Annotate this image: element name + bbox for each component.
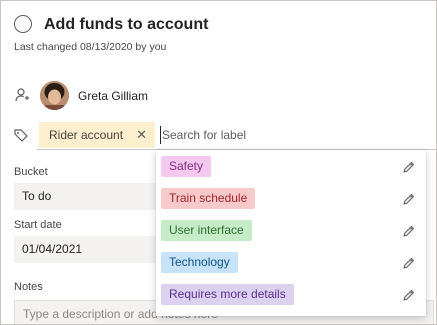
applied-label-chip[interactable]: Rider account ✕ <box>39 122 155 148</box>
label-option-chip: Technology <box>161 252 238 273</box>
start-date-label: Start date <box>14 219 62 231</box>
label-tag-icon <box>14 129 28 142</box>
bucket-label: Bucket <box>14 166 48 178</box>
task-title[interactable]: Add funds to account <box>44 16 208 34</box>
label-option-chip: User interface <box>161 220 252 241</box>
task-details-panel: Add funds to account Last changed 08/13/… <box>0 0 437 325</box>
assignee-name: Greta Gilliam <box>78 89 149 103</box>
edit-pencil-icon[interactable] <box>402 160 416 174</box>
label-option-user-interface[interactable]: User interface <box>156 217 426 247</box>
label-option-chip: Train schedule <box>161 188 256 209</box>
label-option-requires-more-details[interactable]: Requires more details <box>156 281 426 311</box>
label-option-train-schedule[interactable]: Train schedule <box>156 185 426 215</box>
label-dropdown: Safety Train schedule User interface Tec… <box>156 150 426 316</box>
avatar[interactable] <box>40 81 69 110</box>
label-option-chip: Safety <box>161 156 212 177</box>
edit-pencil-icon[interactable] <box>402 224 416 238</box>
complete-task-checkbox[interactable] <box>14 15 32 33</box>
label-search-input[interactable] <box>160 126 432 144</box>
remove-label-icon[interactable]: ✕ <box>136 127 147 143</box>
start-date-field[interactable]: 01/04/2021 <box>14 236 159 263</box>
bucket-select[interactable]: To do <box>14 183 159 210</box>
assign-person-icon[interactable] <box>14 87 30 103</box>
edit-pencil-icon[interactable] <box>402 256 416 270</box>
label-option-safety[interactable]: Safety <box>156 153 426 183</box>
label-option-technology[interactable]: Technology <box>156 249 426 279</box>
notes-label: Notes <box>14 281 43 293</box>
last-changed-text: Last changed 08/13/2020 by you <box>14 41 167 53</box>
edit-pencil-icon[interactable] <box>402 192 416 206</box>
applied-label-text: Rider account <box>49 128 124 142</box>
label-picker: Rider account ✕ <box>37 122 436 150</box>
label-option-chip: Requires more details <box>161 284 294 305</box>
edit-pencil-icon[interactable] <box>402 288 416 302</box>
